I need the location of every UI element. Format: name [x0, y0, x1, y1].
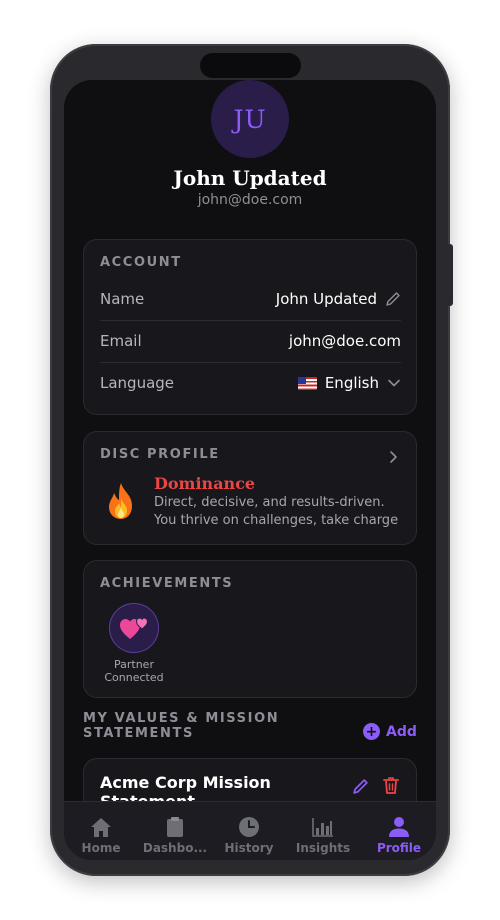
tab-insights[interactable]: Insights	[286, 816, 360, 855]
tab-dashboard[interactable]: Dashbo...	[138, 816, 212, 855]
tab-label: Dashbo...	[142, 841, 208, 855]
language-label: Language	[100, 374, 175, 392]
two-hearts-icon	[120, 617, 149, 639]
profile-name: John Updated	[173, 166, 327, 190]
tab-label: Insights	[295, 841, 351, 855]
add-value-button[interactable]: + Add	[363, 723, 417, 740]
disc-section-title: DISC PROFILE	[100, 447, 220, 462]
clock-icon	[239, 817, 259, 837]
home-icon	[91, 818, 111, 837]
person-icon	[389, 817, 409, 837]
disc-description: Direct, decisive, and results-driven. Yo…	[154, 495, 399, 528]
disc-profile-card[interactable]: DISC PROFILE Dominance Direct, decisive,…	[83, 431, 417, 545]
add-label: Add	[386, 723, 417, 740]
name-row[interactable]: Name John Updated	[100, 278, 401, 320]
chart-icon	[312, 818, 333, 837]
achievements-section-title: ACHIEVEMENTS	[100, 576, 234, 591]
email-row: Email john@doe.com	[100, 320, 401, 362]
tab-history[interactable]: History	[212, 816, 286, 855]
trash-icon[interactable]	[383, 776, 399, 795]
plus-circle-icon: +	[363, 723, 380, 740]
clipboard-icon	[167, 817, 183, 837]
profile-email: john@doe.com	[197, 192, 303, 208]
phone-side-button	[448, 244, 453, 306]
achievement-label: Partner Connected	[104, 658, 164, 684]
avatar-initials: JU	[233, 104, 267, 134]
email-value: john@doe.com	[288, 332, 401, 350]
screen: JU John Updated john@doe.com ACCOUNT Nam…	[64, 80, 436, 860]
chevron-right-icon[interactable]	[388, 450, 400, 464]
avatar[interactable]: JU	[211, 80, 289, 158]
pencil-icon[interactable]	[385, 291, 401, 307]
email-label: Email	[100, 332, 142, 350]
achievement-badge[interactable]	[109, 603, 159, 653]
values-section-title: MY VALUES & MISSION STATEMENTS	[83, 711, 280, 741]
pencil-icon[interactable]	[352, 778, 369, 795]
tab-home[interactable]: Home	[64, 816, 138, 855]
name-label: Name	[100, 290, 145, 308]
account-card: ACCOUNT Name John Updated Email john@doe…	[83, 239, 417, 415]
language-row[interactable]: Language English	[100, 362, 401, 404]
us-flag-icon	[297, 376, 317, 390]
tab-bar: Home Dashbo... History Insights Profile	[64, 801, 436, 860]
fire-icon	[109, 483, 132, 519]
language-value: English	[324, 374, 379, 392]
achievements-card: ACHIEVEMENTS Partner Connected	[83, 560, 417, 698]
name-value: John Updated	[275, 290, 377, 308]
tab-label: Profile	[376, 841, 422, 855]
tab-label: History	[224, 841, 274, 855]
chevron-down-icon[interactable]	[387, 376, 401, 390]
dynamic-island	[200, 53, 301, 78]
tab-profile[interactable]: Profile	[362, 816, 436, 855]
tab-label: Home	[81, 841, 121, 855]
account-section-title: ACCOUNT	[100, 255, 182, 270]
disc-type: Dominance	[154, 474, 256, 493]
